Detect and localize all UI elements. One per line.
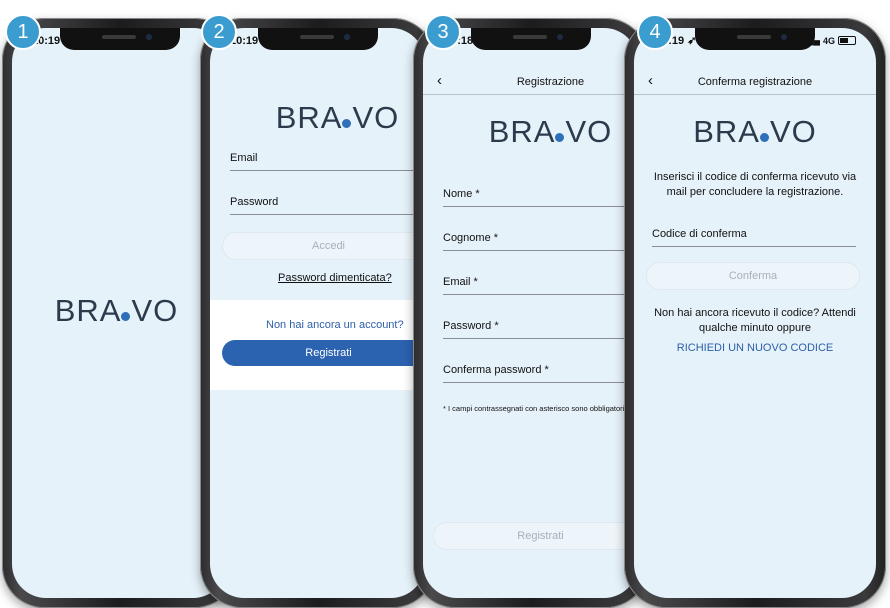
logo-dot <box>121 312 131 321</box>
notch <box>257 28 378 50</box>
confirm-screen: 10:19 ➶ ▂▄ 4G ‹ Conferma registrazione B… <box>634 28 876 598</box>
network-label: 4G <box>822 35 835 46</box>
bravo-logo: BRA VO <box>488 114 613 149</box>
resend-code-link[interactable]: RICHIEDI UN NUOVO CODICE <box>650 341 860 356</box>
password-field[interactable]: Password <box>230 196 425 215</box>
registration-screen: 10:18 ➶ ‹ Registrazione BRA VO Nome * Cog… <box>423 28 638 598</box>
forgot-password-link[interactable]: Password dimenticata? <box>278 271 392 286</box>
nav-divider <box>423 94 638 95</box>
login-button[interactable]: Accedi <box>222 232 425 260</box>
register-section: Non hai ancora un account? Registrati <box>210 300 425 390</box>
not-received-text: Non hai ancora ricevuto il codice? Atten… <box>654 307 856 334</box>
step-badge-2: 2 <box>201 14 237 50</box>
page-title: Conferma registrazione <box>697 76 813 88</box>
step-badge-1: 1 <box>5 14 41 50</box>
notch <box>470 28 591 50</box>
notch <box>59 28 180 50</box>
email-field[interactable]: Email <box>230 152 425 171</box>
phone-registration: 10:18 ➶ ‹ Registrazione BRA VO Nome * Cog… <box>413 18 648 608</box>
bravo-logo: BRA VO <box>54 293 179 328</box>
cognome-field[interactable]: Cognome * <box>443 232 638 251</box>
logo-dot <box>555 133 565 142</box>
logo-dot <box>759 133 769 142</box>
login-screen: 10:19 ➶ BRA VO Email Password Accedi Pass… <box>210 28 425 598</box>
nav-divider <box>634 94 876 95</box>
email-field[interactable]: Email * <box>443 276 638 295</box>
register-button[interactable]: Registrati <box>433 522 638 550</box>
logo-dot <box>342 119 352 128</box>
password-field[interactable]: Password * <box>443 320 638 339</box>
no-account-link[interactable]: Non hai ancora un account? <box>266 318 404 333</box>
splash-screen: 10:19 ➶ BRA VO <box>12 28 227 598</box>
nome-field[interactable]: Nome * <box>443 188 638 207</box>
confirmation-code-field[interactable]: Codice di conferma <box>652 228 856 247</box>
chevron-left-icon[interactable]: ‹ <box>437 72 442 89</box>
phone-confirm: 10:19 ➶ ▂▄ 4G ‹ Conferma registrazione B… <box>624 18 886 608</box>
instructions-text: Inserisci il codice di conferma ricevuto… <box>653 171 857 198</box>
confirm-password-field[interactable]: Conferma password * <box>443 364 638 383</box>
page-title: Registrazione <box>516 76 585 88</box>
phone-login: 10:19 ➶ BRA VO Email Password Accedi Pass… <box>200 18 435 608</box>
step-badge-4: 4 <box>637 14 673 50</box>
bravo-logo: BRA VO <box>275 100 400 135</box>
battery-icon <box>838 36 856 45</box>
register-button[interactable]: Registrati <box>222 340 425 366</box>
confirm-button[interactable]: Conferma <box>646 262 860 290</box>
bravo-logo: BRA VO <box>693 114 817 149</box>
step-badge-3: 3 <box>425 14 461 50</box>
required-note: * I campi contrassegnati con asterisco s… <box>443 404 627 413</box>
notch <box>695 28 815 50</box>
